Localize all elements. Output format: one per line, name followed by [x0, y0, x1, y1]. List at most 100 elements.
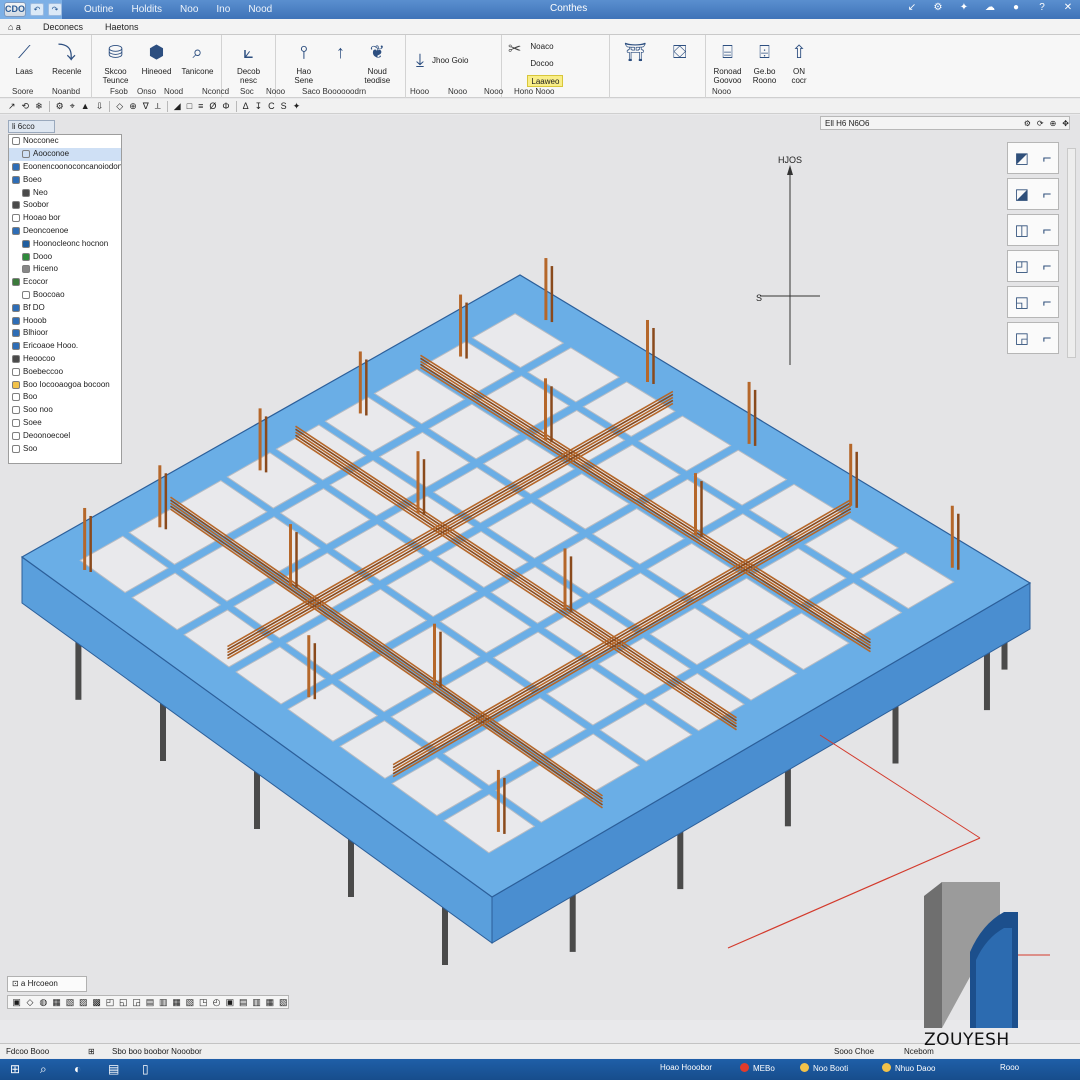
tool-7[interactable]: ⇩ [96, 101, 104, 112]
taskbar-item-2[interactable]: MEBo [740, 1063, 775, 1073]
tree-item[interactable]: Neo [9, 186, 121, 199]
redo-icon[interactable]: ↷ [48, 3, 62, 16]
tree-item[interactable]: Hooob [9, 314, 121, 327]
command-prompt[interactable]: ⊡ a Hrcoeon [7, 976, 87, 992]
taskbar-item-3[interactable]: Noo Booti [800, 1063, 848, 1073]
tool-9[interactable]: ⊕ [129, 101, 137, 112]
bucket-button[interactable]: ⛁ Skcoo Teunce [98, 39, 133, 86]
tool-6[interactable]: ▲ [81, 101, 90, 111]
user-icon[interactable]: ● [1010, 2, 1022, 14]
command-tool-icon[interactable]: ▩ [92, 997, 101, 1008]
menu-tab-2[interactable]: Holdits [131, 4, 162, 15]
command-tool-icon[interactable]: ▧ [65, 997, 75, 1008]
menu-tab-1[interactable]: Outine [84, 4, 113, 15]
column-button[interactable]: ⫯ Hao Sene [282, 39, 326, 86]
command-tool-icon[interactable]: ▣ [12, 997, 21, 1008]
view-side-button[interactable]: ◪ ⌐ [1007, 178, 1059, 210]
command-tool-icon[interactable]: ▣ [225, 997, 235, 1008]
command-tool-icon[interactable]: ◇ [25, 997, 34, 1008]
tool-14[interactable]: ≡ [198, 101, 203, 111]
command-tool-icon[interactable]: ▥ [252, 997, 261, 1008]
tool-8[interactable]: ◇ [116, 101, 123, 112]
tree-item[interactable]: Hiceno [9, 263, 121, 276]
command-tool-icon[interactable]: ▧ [185, 997, 195, 1008]
tool-15[interactable]: Ø [209, 101, 216, 111]
tree-item[interactable]: Hoonocleonc hocnon [9, 237, 121, 250]
grid-button[interactable]: ⌸ Ronoad Goovoo [712, 39, 743, 86]
taskbar-item-5[interactable]: Rooo [1000, 1063, 1019, 1072]
files-icon[interactable]: ▤ [108, 1062, 119, 1076]
frame-button[interactable]: ⌹ Ge.bo Roono [749, 39, 780, 86]
close-icon[interactable]: ✕ [1062, 2, 1074, 14]
tool-13[interactable]: □ [187, 101, 192, 111]
menu-tab-4[interactable]: Ino [216, 4, 230, 15]
palette-scrollbar[interactable] [1067, 148, 1076, 358]
settings-icon[interactable]: ⚙ [932, 2, 944, 14]
view-front-button[interactable]: ◩ ⌐ [1007, 142, 1059, 174]
command-tool-icon[interactable]: ▧ [279, 997, 288, 1008]
ribbon-tab-2[interactable]: Haetons [105, 22, 139, 32]
command-tool-icon[interactable]: ▦ [172, 997, 181, 1008]
prop-item-2[interactable]: Docoo [527, 58, 563, 70]
command-tool-icon[interactable]: ◴ [212, 997, 221, 1008]
menu-tab-3[interactable]: Noo [180, 4, 198, 15]
browser-icon[interactable]: ◐ [74, 1062, 81, 1076]
undo-icon[interactable]: ↶ [30, 3, 44, 16]
tree-item[interactable]: Boo Iocooaogoa bocoon [9, 378, 121, 391]
tree-item[interactable]: Deoncoenoe [9, 225, 121, 238]
tree-item[interactable]: Soo [9, 442, 121, 455]
tree-item[interactable]: Boo [9, 391, 121, 404]
tool-19[interactable]: C [268, 101, 275, 111]
view-top-button[interactable]: ◫ ⌐ [1007, 214, 1059, 246]
ribbon-home-icon[interactable]: ⌂ a [8, 22, 21, 32]
tool-20[interactable]: S [281, 101, 287, 111]
tree-item[interactable]: Dooo [9, 250, 121, 263]
status-box[interactable]: ⊞ [88, 1047, 95, 1056]
command-tool-icon[interactable]: ▦ [265, 997, 275, 1008]
tree-item[interactable]: Eoonencoonoconcanoiodon [9, 161, 121, 174]
zoom-icon[interactable]: ⊕ [1050, 119, 1057, 128]
draw-button[interactable]: ⟀ Decob nesc [228, 39, 269, 86]
mesh-button[interactable]: ❦ Noud teodise [356, 39, 400, 86]
export-button[interactable]: ⇧ ON cocr [786, 39, 812, 86]
structural-model-3d[interactable]: HJOS S [0, 115, 1080, 1020]
tree-item[interactable]: Nocconec [9, 135, 121, 148]
tool-4[interactable]: ⚙ [56, 101, 64, 112]
tool-16[interactable]: Φ [222, 101, 229, 111]
view-persp-button[interactable]: ◱ ⌐ [1007, 286, 1059, 318]
menu-tab-5[interactable]: Nood [248, 4, 272, 15]
command-tool-icon[interactable]: ▨ [79, 997, 88, 1008]
pin-icon[interactable]: ↙ [906, 2, 918, 14]
tree-item[interactable]: Boeo [9, 173, 121, 186]
tool-11[interactable]: ⟂ [155, 101, 161, 112]
pan-icon[interactable]: ✥ [1062, 119, 1069, 128]
settings-icon[interactable]: ⚙ [1024, 119, 1031, 128]
command-tool-icon[interactable]: ▤ [239, 997, 248, 1008]
tool-2[interactable]: ⟲ [22, 101, 30, 112]
tool-1[interactable]: ↗ [8, 101, 16, 112]
ribbon-tab-1[interactable]: Deconecs [43, 22, 83, 32]
arrow-up-button[interactable]: ↑ [332, 39, 350, 65]
help-icon[interactable]: ? [1036, 2, 1048, 14]
tree-item[interactable]: Heoocoo [9, 353, 121, 366]
prop-item-1[interactable]: Noaco [527, 41, 563, 53]
line-button[interactable]: ⟋ Laas [6, 39, 43, 77]
tree-item[interactable]: Hooao bor [9, 212, 121, 225]
command-tool-icon[interactable]: ◰ [105, 997, 115, 1008]
app-logo[interactable]: CDO [4, 2, 26, 17]
tree-item[interactable]: Deoonoecoel [9, 429, 121, 442]
cube-button[interactable]: ⬢ Hineoed [139, 39, 174, 77]
command-tool-icon[interactable]: ▤ [145, 997, 155, 1008]
pencil-button[interactable]: ⤓ Jhoo Goio [412, 39, 495, 73]
curve-button[interactable]: ⤵ Recenle [49, 39, 86, 76]
command-tool-icon[interactable]: ◲ [132, 997, 141, 1008]
document-icon[interactable]: ▯ [142, 1062, 149, 1076]
search-icon[interactable]: ⌕ [40, 1062, 47, 1077]
command-tool-icon[interactable]: ▦ [52, 997, 61, 1008]
command-tool-icon[interactable]: ◍ [39, 997, 48, 1008]
tool-18[interactable]: ↧ [255, 101, 263, 112]
wall-button[interactable]: ⛋ [661, 39, 700, 65]
cloud-icon[interactable]: ☁ [984, 2, 996, 14]
tree-item[interactable]: Aooconoe [9, 147, 121, 161]
tool-17[interactable]: Δ [243, 101, 249, 111]
